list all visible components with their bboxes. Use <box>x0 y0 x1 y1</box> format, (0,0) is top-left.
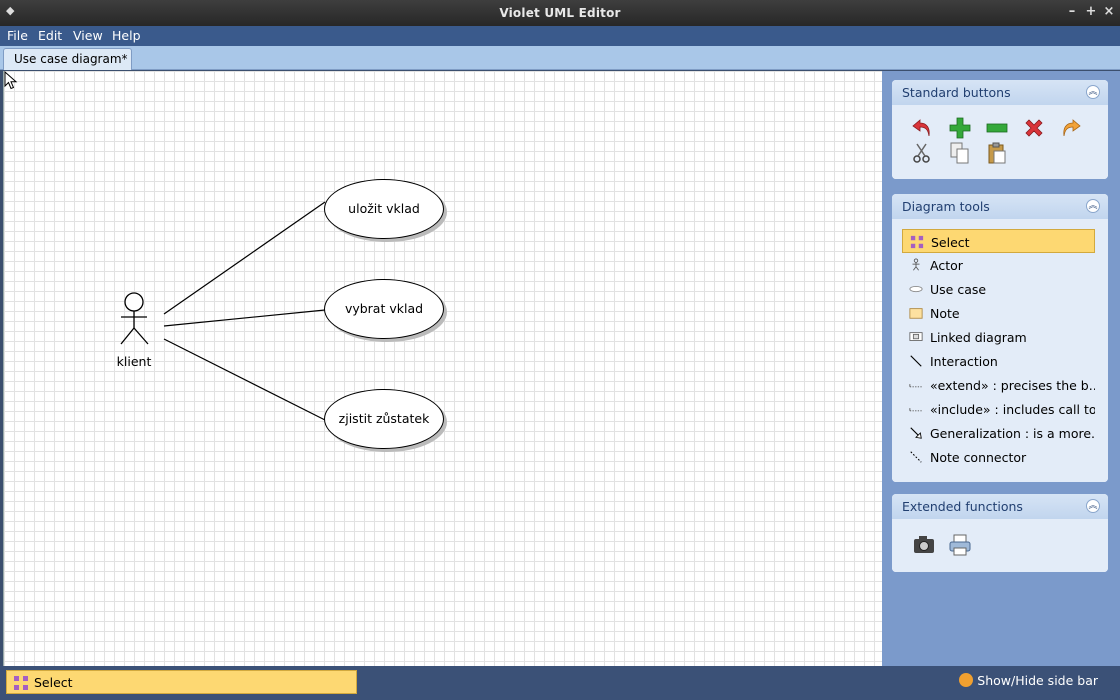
use-case-node[interactable]: vybrat vklad <box>324 279 444 339</box>
tool-label: Use case <box>930 282 987 297</box>
collapse-icon[interactable]: ︽ <box>1086 499 1100 513</box>
show-hide-sidebar-button[interactable]: Show/Hide side bar <box>959 673 1098 688</box>
actor-label: klient <box>116 354 152 369</box>
tool-label: Note connector <box>930 450 1027 465</box>
note-icon <box>909 308 923 319</box>
remove-icon[interactable] <box>985 116 1009 140</box>
extend-icon <box>909 384 923 388</box>
paste-icon[interactable] <box>985 141 1009 165</box>
association-line[interactable] <box>163 338 326 421</box>
close-window-button[interactable]: × <box>1101 4 1117 20</box>
minimize-button[interactable]: – <box>1064 4 1080 20</box>
tool-label: Linked diagram <box>930 330 1027 345</box>
linked-diagram-icon <box>909 332 923 341</box>
use-case-node[interactable]: uložit vklad <box>324 179 444 239</box>
panel-title: Extended functions <box>902 499 1023 514</box>
current-tool-label: Select <box>34 675 73 690</box>
status-bar: Select Show/Hide side bar <box>0 666 1120 700</box>
diagram-canvas[interactable]: klient uložit vklad vybrat vklad zjistit… <box>3 71 882 666</box>
panel-header: Extended functions ︽ <box>892 494 1108 519</box>
tool-label: Actor <box>930 258 963 273</box>
tool-note-connector[interactable]: Note connector <box>902 445 1095 469</box>
actor-icon <box>912 258 920 271</box>
copy-icon[interactable] <box>948 141 972 165</box>
window-title: Violet UML Editor <box>499 6 621 20</box>
use-case-icon <box>909 285 923 293</box>
tool-use-case[interactable]: Use case <box>902 277 1095 301</box>
tab-strip: Use case diagram* <box>0 46 1120 70</box>
interaction-icon <box>910 355 922 367</box>
panel-header: Diagram tools ︽ <box>892 194 1108 219</box>
tool-linked-diagram[interactable]: Linked diagram <box>902 325 1095 349</box>
association-line[interactable] <box>163 309 326 327</box>
tool-label: «include» : includes call to <box>930 402 1095 417</box>
delete-icon[interactable] <box>1022 116 1046 140</box>
select-icon <box>14 676 28 690</box>
collapse-icon[interactable]: ︽ <box>1086 199 1100 213</box>
menu-help[interactable]: Help <box>112 28 141 43</box>
title-bar: ◆ Violet UML Editor – + × <box>0 0 1120 26</box>
extended-functions-panel: Extended functions ︽ <box>892 494 1108 572</box>
tool-generalization[interactable]: Generalization : is a more... <box>902 421 1095 445</box>
maximize-button[interactable]: + <box>1083 4 1099 20</box>
menu-view[interactable]: View <box>73 28 103 43</box>
generalization-icon <box>910 427 922 439</box>
palette-icon <box>959 673 974 687</box>
cut-icon[interactable] <box>910 141 934 165</box>
standard-buttons-panel: Standard buttons ︽ <box>892 80 1108 179</box>
undo-icon[interactable] <box>910 116 934 140</box>
panel-title: Diagram tools <box>902 199 990 214</box>
print-icon[interactable] <box>948 533 972 557</box>
tool-select[interactable]: Select <box>902 229 1095 253</box>
collapse-icon[interactable]: ︽ <box>1086 85 1100 99</box>
tool-include[interactable]: «include» : includes call to <box>902 397 1095 421</box>
tool-note[interactable]: Note <box>902 301 1095 325</box>
select-icon <box>910 235 924 249</box>
note-connector-icon <box>910 451 922 463</box>
tool-actor[interactable]: Actor <box>902 253 1095 277</box>
tool-label: Select <box>931 235 970 250</box>
current-tool-indicator: Select <box>6 670 357 694</box>
use-case-node[interactable]: zjistit zůstatek <box>324 389 444 449</box>
diagram-tools-panel: Diagram tools ︽ Select Actor Use case No… <box>892 194 1108 482</box>
tool-interaction[interactable]: Interaction <box>902 349 1095 373</box>
tool-label: Note <box>930 306 960 321</box>
tool-label: Generalization : is a more... <box>930 426 1095 441</box>
panel-title: Standard buttons <box>902 85 1011 100</box>
add-icon[interactable] <box>948 116 972 140</box>
tab-use-case-diagram[interactable]: Use case diagram* <box>3 48 132 70</box>
association-line[interactable] <box>163 201 326 315</box>
camera-icon[interactable] <box>912 533 936 557</box>
redo-icon[interactable] <box>1059 116 1083 140</box>
tool-label: «extend» : precises the b... <box>930 378 1095 393</box>
panel-header: Standard buttons ︽ <box>892 80 1108 105</box>
menu-file[interactable]: File <box>7 28 28 43</box>
include-icon <box>909 408 923 412</box>
menu-bar: File Edit View Help <box>0 26 1120 46</box>
tool-extend[interactable]: «extend» : precises the b... <box>902 373 1095 397</box>
side-bar: Standard buttons ︽ Diagram tools ︽ Selec… <box>882 71 1120 666</box>
tool-label: Interaction <box>930 354 998 369</box>
mouse-cursor-icon <box>4 71 18 90</box>
menu-edit[interactable]: Edit <box>38 28 62 43</box>
show-hide-sidebar-label: Show/Hide side bar <box>977 673 1098 688</box>
actor-figure[interactable] <box>120 292 149 345</box>
